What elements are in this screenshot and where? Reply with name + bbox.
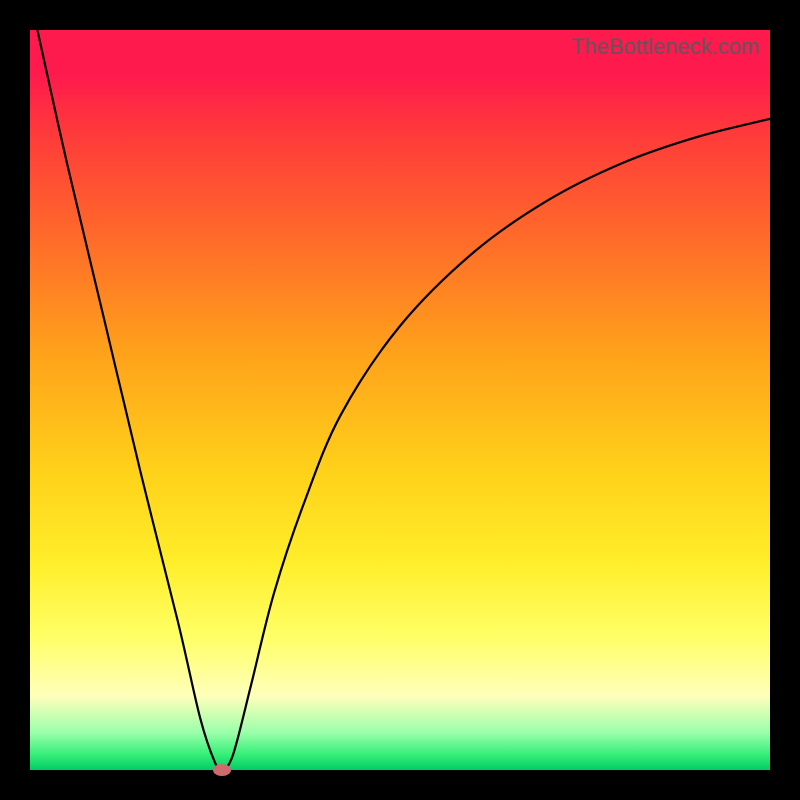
plot-area: TheBottleneck.com [30, 30, 770, 770]
curve-path [37, 30, 770, 770]
chart-frame: TheBottleneck.com [0, 0, 800, 800]
bottleneck-curve [30, 30, 770, 770]
minimum-marker-icon [213, 764, 231, 776]
